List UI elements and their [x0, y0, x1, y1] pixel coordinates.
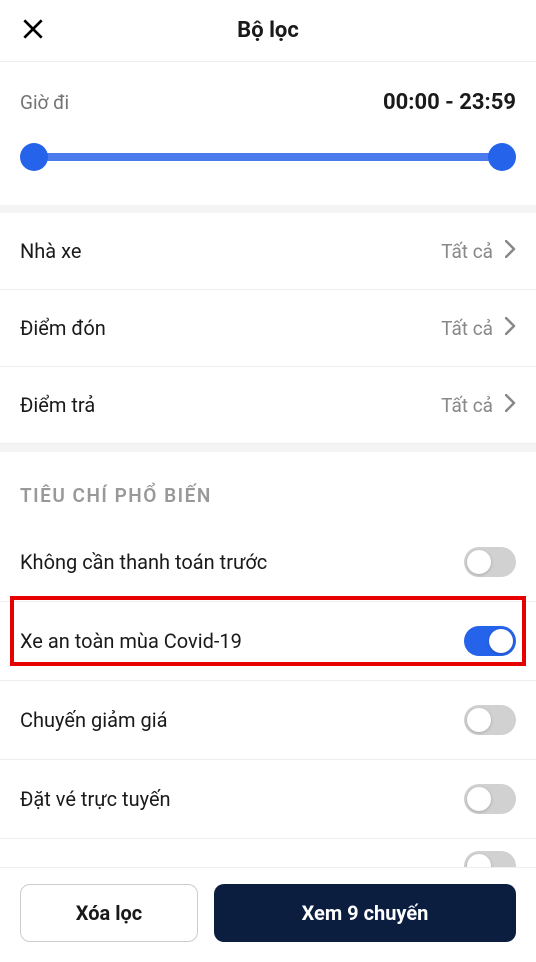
- chevron-right-icon: [505, 317, 516, 339]
- chevron-right-icon: [505, 240, 516, 262]
- row-diem-tra[interactable]: Điểm trả Tất cả: [0, 367, 536, 444]
- toggle-switch-online-booking[interactable]: [464, 784, 516, 814]
- time-value: 00:00 - 23:59: [383, 90, 516, 115]
- toggle-label: Xe an toàn mùa Covid-19: [20, 629, 242, 653]
- chevron-right-icon: [505, 394, 516, 416]
- time-slider[interactable]: [20, 143, 516, 171]
- filter-rows: Nhà xe Tất cả Điểm đón Tất cả Điểm trả T…: [0, 213, 536, 444]
- row-value: Tất cả: [441, 394, 493, 417]
- slider-knob-start[interactable]: [20, 143, 48, 171]
- toggle-switch-discount[interactable]: [464, 705, 516, 735]
- toggle-no-prepay: Không cần thanh toán trước: [0, 523, 536, 602]
- row-label: Điểm đón: [20, 316, 106, 340]
- toggle-switch-covid-safe[interactable]: [464, 626, 516, 656]
- bottom-bar: Xóa lọc Xem 9 chuyến: [0, 867, 536, 962]
- close-icon: [20, 16, 46, 42]
- toggle-label: Không cần thanh toán trước: [20, 550, 267, 574]
- toggle-label: Chuyến giảm giá: [20, 708, 167, 732]
- view-results-button[interactable]: Xem 9 chuyến: [214, 884, 516, 942]
- toggle-label: Đặt vé trực tuyến: [20, 787, 171, 811]
- toggle-covid-safe: Xe an toàn mùa Covid-19: [0, 602, 536, 681]
- row-value: Tất cả: [441, 317, 493, 340]
- header: Bộ lọc: [0, 0, 536, 62]
- clear-filter-button[interactable]: Xóa lọc: [20, 884, 198, 942]
- slider-knob-end[interactable]: [488, 143, 516, 171]
- row-diem-don[interactable]: Điểm đón Tất cả: [0, 290, 536, 367]
- section-title: TIÊU CHÍ PHỔ BIẾN: [0, 452, 536, 523]
- close-button[interactable]: [20, 16, 46, 46]
- row-nha-xe[interactable]: Nhà xe Tất cả: [0, 213, 536, 290]
- slider-track: [34, 153, 502, 161]
- row-value: Tất cả: [441, 240, 493, 263]
- page-title: Bộ lọc: [237, 18, 299, 43]
- toggle-online-booking: Đặt vé trực tuyến: [0, 760, 536, 839]
- toggle-discount: Chuyến giảm giá: [0, 681, 536, 760]
- time-label: Giờ đi: [20, 91, 69, 114]
- section-divider: [0, 444, 536, 452]
- toggle-switch-no-prepay[interactable]: [464, 547, 516, 577]
- time-section: Giờ đi 00:00 - 23:59: [0, 62, 536, 213]
- row-label: Điểm trả: [20, 393, 95, 417]
- row-label: Nhà xe: [20, 239, 81, 263]
